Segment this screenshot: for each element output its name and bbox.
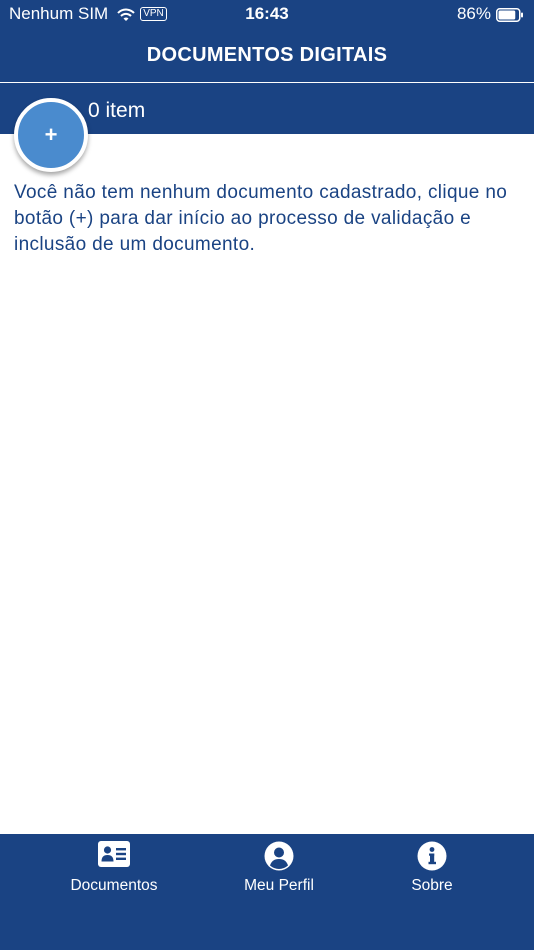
tab-bar: Documentos Meu Perfil Sobre xyxy=(0,834,534,950)
tab-label-documentos: Documentos xyxy=(70,877,158,894)
tab-label-meu-perfil: Meu Perfil xyxy=(244,877,314,894)
empty-state-message: Você não tem nenhum documento cadastrado… xyxy=(14,182,508,255)
tab-label-sobre: Sobre xyxy=(411,877,453,894)
page-title: DOCUMENTOS DIGITAIS xyxy=(146,44,388,66)
status-right: 86% xyxy=(457,4,524,24)
id-card-icon xyxy=(98,841,130,872)
item-count-label: 0 item xyxy=(88,99,146,122)
tab-documentos[interactable]: Documentos xyxy=(48,834,180,914)
tab-meu-perfil[interactable]: Meu Perfil xyxy=(224,834,334,914)
add-document-button[interactable]: + xyxy=(14,98,88,172)
battery-icon xyxy=(496,7,524,22)
clock: 16:43 xyxy=(245,4,289,23)
nav-bar: DOCUMENTOS DIGITAIS xyxy=(0,28,534,82)
status-bar: Nenhum SIM VPN 16:43 86% xyxy=(0,0,534,28)
info-circle-icon xyxy=(417,841,447,876)
battery-percentage: 86% xyxy=(456,4,491,23)
tab-sobre[interactable]: Sobre xyxy=(392,834,472,914)
user-circle-icon xyxy=(264,841,294,876)
plus-icon: + xyxy=(44,122,58,147)
